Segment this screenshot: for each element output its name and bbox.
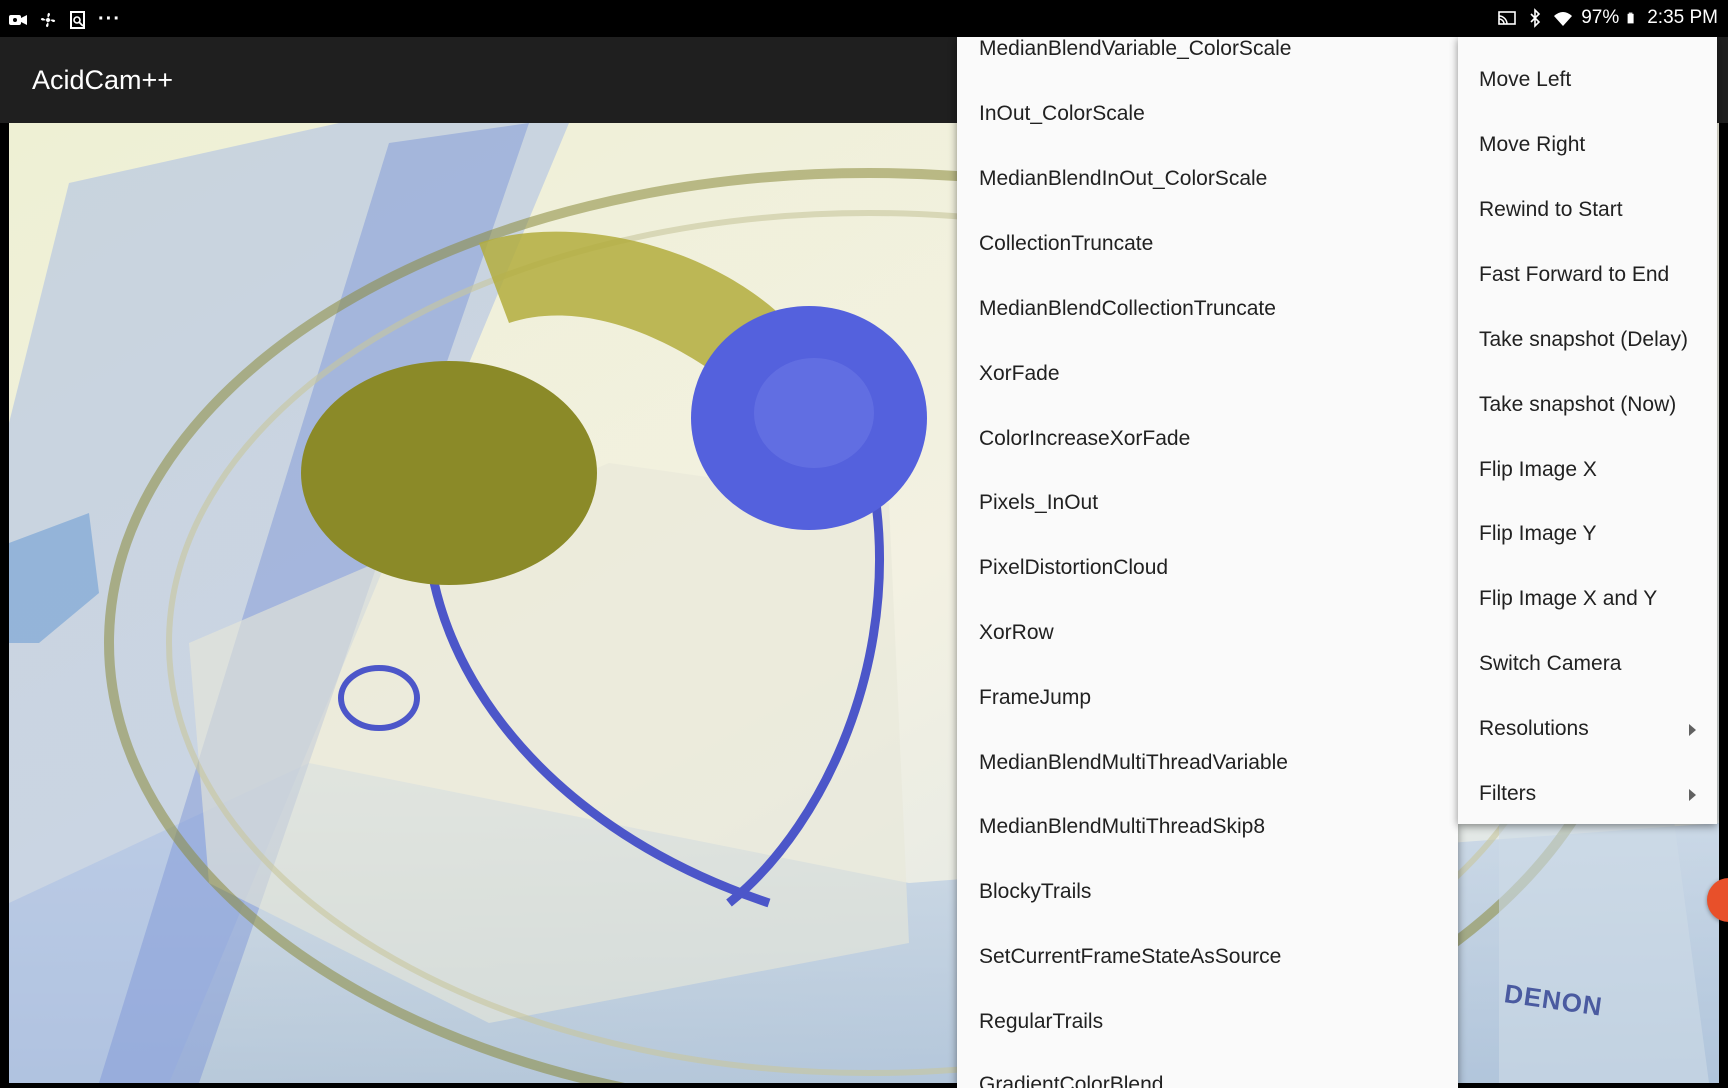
- menu-item-flip-image-y[interactable]: Flip Image Y: [1479, 522, 1704, 546]
- menu-item-label: Fast Forward to End: [1479, 263, 1670, 286]
- menu-item-resolutions[interactable]: Resolutions: [1479, 717, 1704, 741]
- filter-item[interactable]: BlockyTrails: [979, 880, 1091, 904]
- submenu-arrow-icon: [1689, 789, 1696, 801]
- menu-item-flip-image-x[interactable]: Flip Image X: [1479, 458, 1704, 482]
- menu-item-label: Move Left: [1479, 68, 1572, 91]
- video-camera-icon: [9, 14, 27, 25]
- menu-item-label: Take snapshot (Now): [1479, 393, 1677, 416]
- menu-item-label: Switch Camera: [1479, 652, 1622, 675]
- menu-item-take-snapshot-now[interactable]: Take snapshot (Now): [1479, 393, 1704, 417]
- menu-item-label: Take snapshot (Delay): [1479, 328, 1688, 351]
- filter-dropdown-menu[interactable]: MedianBlendVariable_ColorScale InOut_Col…: [957, 37, 1458, 1088]
- app-title: AcidCam++: [32, 65, 174, 95]
- filter-item[interactable]: PixelDistortionCloud: [979, 556, 1168, 580]
- filter-item[interactable]: RegularTrails: [979, 1010, 1103, 1034]
- filter-item[interactable]: MedianBlendMultiThreadVariable: [979, 751, 1288, 775]
- wifi-icon: [1554, 12, 1573, 26]
- menu-item-label: Move Right: [1479, 133, 1586, 156]
- filter-item[interactable]: XorRow: [979, 621, 1054, 645]
- filter-item[interactable]: ColorIncreaseXorFade: [979, 427, 1190, 451]
- filter-item[interactable]: SetCurrentFrameStateAsSource: [979, 945, 1281, 969]
- menu-item-label: Flip Image X: [1479, 458, 1597, 481]
- overflow-menu[interactable]: Move Left Move Right Rewind to Start Fas…: [1458, 37, 1717, 824]
- filter-item[interactable]: MedianBlendCollectionTruncate: [979, 297, 1276, 321]
- filter-item[interactable]: MedianBlendVariable_ColorScale: [979, 37, 1291, 61]
- menu-item-move-left[interactable]: Move Left: [1479, 68, 1704, 92]
- bluetooth-icon: [1530, 8, 1541, 28]
- menu-item-switch-camera[interactable]: Switch Camera: [1479, 652, 1704, 676]
- battery-percent: 97%: [1581, 7, 1620, 28]
- filter-item[interactable]: MedianBlendInOut_ColorScale: [979, 167, 1267, 191]
- menu-item-take-snapshot-delay[interactable]: Take snapshot (Delay): [1479, 328, 1704, 352]
- menu-item-rewind-to-start[interactable]: Rewind to Start: [1479, 198, 1704, 222]
- screenshot-icon: [70, 10, 85, 29]
- more-icon: ···: [98, 8, 121, 30]
- menu-item-fast-forward-to-end[interactable]: Fast Forward to End: [1479, 263, 1704, 287]
- menu-item-label: Rewind to Start: [1479, 198, 1623, 221]
- filter-item[interactable]: MedianBlendMultiThreadSkip8: [979, 815, 1265, 839]
- menu-item-flip-image-x-and-y[interactable]: Flip Image X and Y: [1479, 587, 1704, 611]
- filter-item[interactable]: GradientColorBlend: [979, 1073, 1163, 1088]
- filter-item[interactable]: XorFade: [979, 362, 1060, 386]
- filter-item[interactable]: CollectionTruncate: [979, 232, 1153, 256]
- cast-icon: [1498, 11, 1517, 25]
- submenu-arrow-icon: [1689, 724, 1696, 736]
- menu-item-label: Resolutions: [1479, 717, 1589, 740]
- filter-item[interactable]: InOut_ColorScale: [979, 102, 1145, 126]
- fan-icon: [40, 12, 56, 27]
- status-bar: ··· 97% 2:35 PM: [0, 0, 1728, 37]
- menu-item-label: Flip Image Y: [1479, 522, 1597, 545]
- menu-item-move-right[interactable]: Move Right: [1479, 133, 1704, 157]
- menu-item-label: Filters: [1479, 782, 1537, 805]
- filter-item[interactable]: FrameJump: [979, 686, 1091, 710]
- menu-item-filters[interactable]: Filters: [1479, 782, 1704, 806]
- filter-item[interactable]: Pixels_InOut: [979, 491, 1098, 515]
- battery-icon: [1627, 12, 1634, 24]
- menu-item-label: Flip Image X and Y: [1479, 587, 1658, 610]
- clock: 2:35 PM: [1647, 7, 1718, 28]
